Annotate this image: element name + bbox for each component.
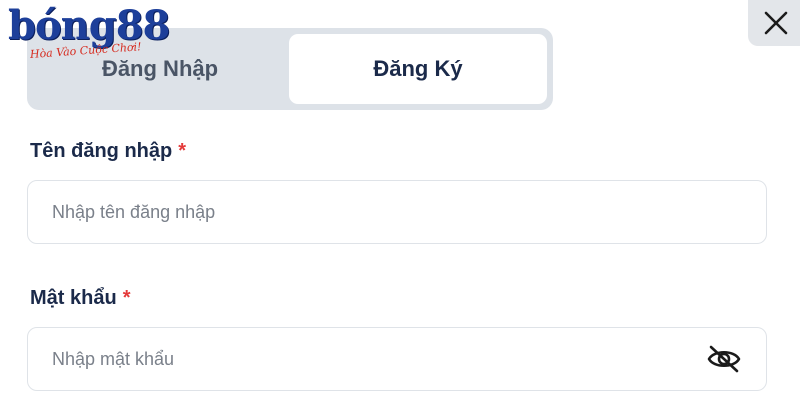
password-label: Mật khẩu * (30, 287, 130, 310)
brand-logo: bóng88 Hòa Vào Cuộc Chơi! (8, 2, 170, 61)
close-button[interactable] (748, 0, 800, 46)
username-input[interactable] (50, 200, 744, 224)
tab-register[interactable]: Đăng Ký (289, 34, 547, 104)
required-star: * (178, 140, 187, 162)
password-field-box (27, 327, 767, 391)
close-icon (764, 11, 788, 35)
username-label-text: Tên đăng nhập (30, 140, 173, 162)
required-star: * (122, 287, 131, 309)
username-label: Tên đăng nhập * (30, 140, 186, 163)
username-field-box (27, 180, 767, 244)
toggle-password-visibility-button[interactable] (704, 339, 744, 379)
eye-off-icon (707, 345, 741, 373)
password-label-text: Mật khẩu (30, 287, 117, 309)
logo-text: bóng88 (8, 2, 170, 49)
password-input[interactable] (50, 347, 704, 371)
